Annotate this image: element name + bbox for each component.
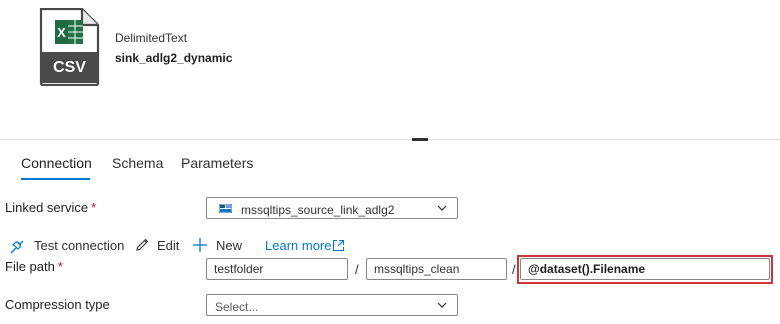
file-path-directory-input[interactable] xyxy=(366,258,507,280)
chevron-down-icon xyxy=(437,205,447,211)
linked-service-dropdown[interactable]: mssqltips_source_link_adlg2 xyxy=(206,197,458,219)
panel-divider xyxy=(0,139,780,140)
plus-icon xyxy=(193,238,207,252)
compression-type-placeholder: Select... xyxy=(215,300,259,314)
test-connection-label: Test connection xyxy=(34,238,125,253)
test-connection-button[interactable]: Test connection xyxy=(9,237,125,255)
tab-connection[interactable]: Connection xyxy=(21,155,92,171)
edit-label: Edit xyxy=(157,238,180,253)
required-mark: * xyxy=(57,259,63,274)
new-label: New xyxy=(216,238,243,253)
plug-icon xyxy=(10,240,24,254)
csv-icon-text: CSV xyxy=(53,59,86,76)
tab-parameters[interactable]: Parameters xyxy=(181,155,253,171)
svg-text:X: X xyxy=(57,25,66,40)
learn-more-label: Learn more xyxy=(265,238,332,253)
learn-more-link[interactable]: Learn more xyxy=(265,237,347,255)
highlight-box xyxy=(517,255,773,284)
path-separator: / xyxy=(355,262,359,277)
path-separator: / xyxy=(512,262,516,277)
compression-type-label: Compression type xyxy=(5,297,110,312)
csv-file-icon: X CSV xyxy=(38,7,100,87)
active-tab-indicator xyxy=(21,178,90,180)
dataset-name: sink_adlg2_dynamic xyxy=(115,51,233,65)
file-path-label-text: File path xyxy=(5,259,55,274)
new-button[interactable]: New xyxy=(192,237,244,255)
edit-button[interactable]: Edit xyxy=(134,237,180,255)
dataset-type: DelimitedText xyxy=(115,31,188,45)
resize-grip[interactable] xyxy=(412,138,428,141)
linked-service-value: mssqltips_source_link_adlg2 xyxy=(241,203,395,217)
tab-schema[interactable]: Schema xyxy=(112,155,163,171)
required-mark: * xyxy=(91,200,97,215)
file-path-label: File path * xyxy=(5,259,63,274)
file-path-container-input[interactable] xyxy=(206,258,348,280)
pencil-icon xyxy=(136,238,149,251)
external-link-icon xyxy=(332,239,345,252)
compression-type-dropdown[interactable]: Select... xyxy=(206,294,458,316)
linked-service-label-text: Linked service xyxy=(5,200,89,215)
storage-account-icon xyxy=(219,204,232,213)
linked-service-label: Linked service * xyxy=(5,200,96,215)
chevron-down-icon xyxy=(437,302,447,308)
